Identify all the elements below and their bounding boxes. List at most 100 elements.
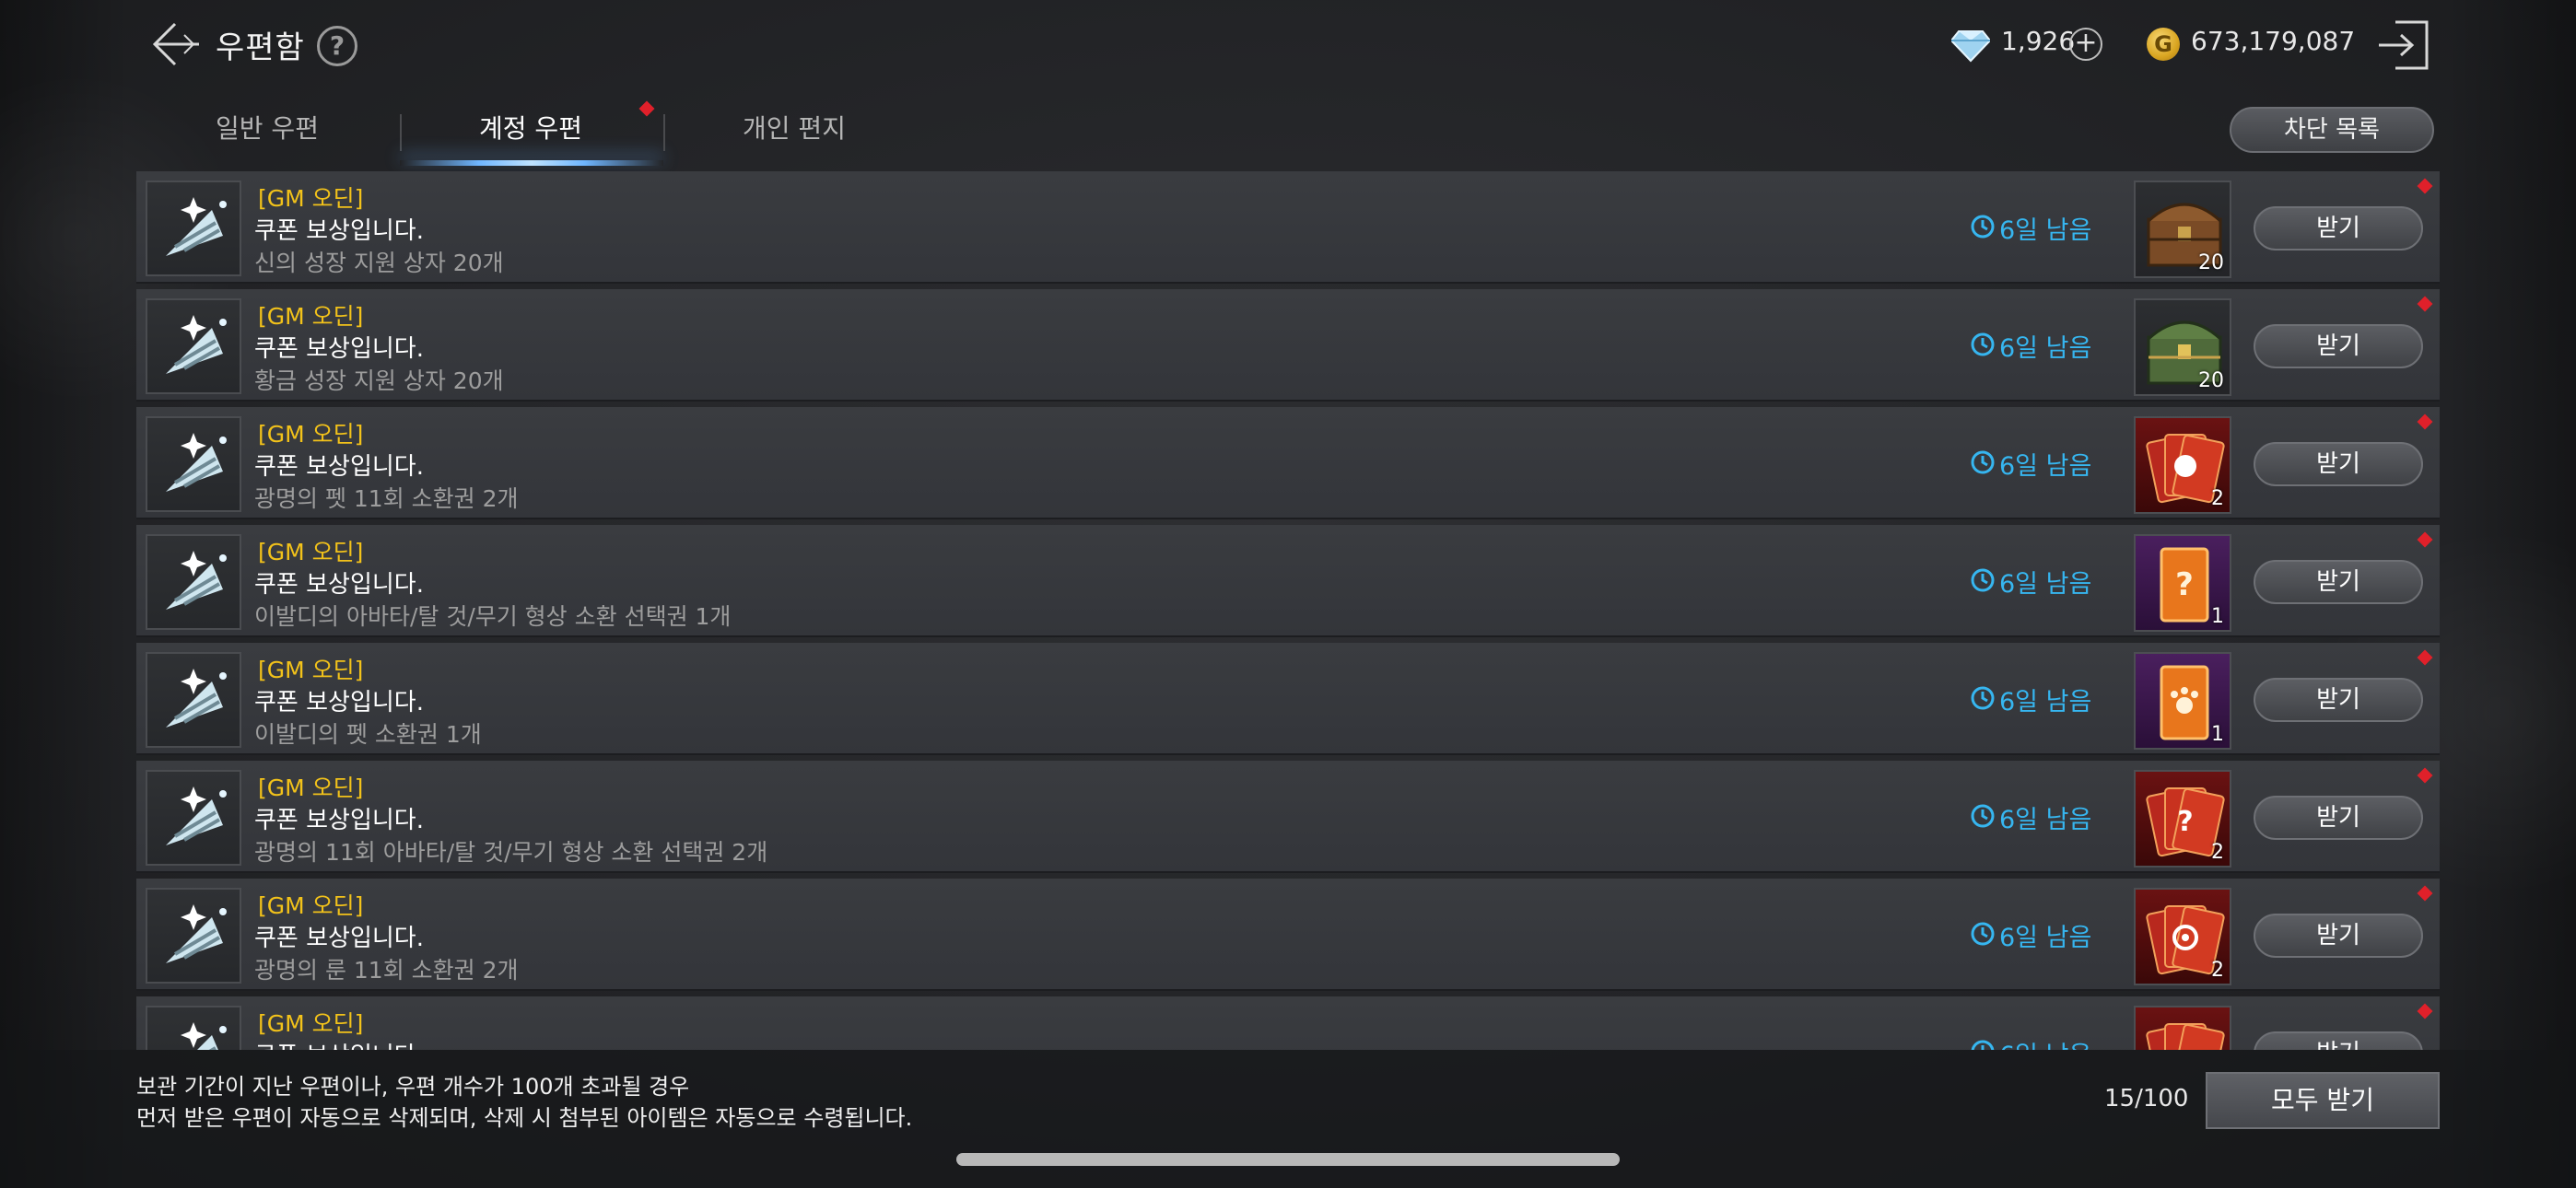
receive-button[interactable]: 받기 (2254, 442, 2423, 486)
mail-detail: 이발디의 펫 소환권 1개 (254, 721, 482, 748)
tab-divider (400, 114, 402, 151)
confetti-icon (146, 1006, 241, 1050)
confetti-icon (146, 770, 241, 866)
mail-row[interactable]: [GM 오딘] 쿠폰 보상입니다. 6일 남음 받기 (136, 996, 2440, 1050)
mail-subject: 쿠폰 보상입니다. (254, 335, 424, 363)
unread-indicator (2417, 885, 2433, 902)
mail-subject: 쿠폰 보상입니다. (254, 571, 424, 599)
attached-item[interactable] (2134, 1006, 2231, 1050)
attached-item[interactable]: 2 (2134, 416, 2231, 514)
add-diamond-button[interactable]: + (2069, 28, 2102, 61)
clock-icon (1971, 450, 1995, 474)
block-list-button[interactable]: 차단 목록 (2230, 107, 2434, 153)
attached-item[interactable]: ? 1 (2134, 534, 2231, 632)
mail-subject: 쿠폰 보상입니다. (254, 925, 424, 952)
mail-row[interactable]: [GM 오딘] 쿠폰 보상입니다. 광명의 펫 11회 소환권 2개 6일 남음… (136, 407, 2440, 519)
mail-sender: [GM 오딘] (258, 892, 364, 919)
tab-divider (663, 114, 665, 151)
confetti-icon (146, 888, 241, 984)
confetti-icon (146, 652, 241, 748)
mail-detail: 광명의 11회 아바타/탈 것/무기 형상 소환 선택권 2개 (254, 839, 768, 866)
mail-detail: 광명의 룬 11회 소환권 2개 (254, 957, 519, 984)
time-remaining: 6일 남음 (1999, 570, 2092, 599)
clock-icon (1971, 332, 1995, 356)
time-remaining: 6일 남음 (1999, 1035, 2091, 1050)
receive-button[interactable]: 받기 (2254, 1031, 2423, 1050)
gold-coin-icon: G (2147, 28, 2180, 61)
mail-sender: [GM 오딘] (258, 775, 364, 801)
receive-button[interactable]: 받기 (2254, 914, 2423, 958)
svg-text:?: ? (2177, 806, 2193, 838)
active-tab-underline (400, 160, 663, 166)
receive-button[interactable]: 받기 (2254, 206, 2423, 250)
clock-icon (1971, 686, 1995, 710)
storage-notice-line2: 먼저 받은 우편이 자동으로 삭제되며, 삭제 시 첨부된 아이템은 자동으로 … (136, 1105, 913, 1131)
new-mail-indicator (638, 100, 655, 117)
diamond-balance: 1,926 (2001, 26, 2076, 56)
receive-button[interactable]: 받기 (2254, 324, 2423, 368)
confetti-icon (146, 181, 241, 276)
time-remaining: 6일 남음 (1999, 452, 2092, 481)
page-title: 우편함 (216, 29, 305, 66)
mail-row[interactable]: [GM 오딘] 쿠폰 보상입니다. 이발디의 펫 소환권 1개 6일 남음 1 … (136, 643, 2440, 755)
receive-all-button[interactable]: 모두 받기 (2206, 1072, 2440, 1129)
time-remaining: 6일 남음 (1999, 806, 2092, 834)
mail-row[interactable]: [GM 오딘] 쿠폰 보상입니다. 신의 성장 지원 상자 20개 6일 남음 … (136, 171, 2440, 284)
gold-balance: 673,179,087 (2191, 26, 2356, 56)
mail-subject: 쿠폰 보상입니다. (254, 217, 424, 245)
top-bar: 우편함 ? 1,926 + G 673,179,087 (0, 0, 2576, 88)
receive-button[interactable]: 받기 (2254, 560, 2423, 604)
help-button[interactable]: ? (317, 26, 357, 66)
attached-item[interactable]: 2 (2134, 888, 2231, 985)
mail-detail: 황금 성장 지원 상자 20개 (254, 367, 504, 394)
mail-sender: [GM 오딘] (258, 657, 364, 683)
exit-button[interactable] (2375, 18, 2432, 72)
clock-icon (1971, 1040, 1995, 1050)
attached-item[interactable]: 20 (2134, 181, 2231, 278)
mail-sender: [GM 오딘] (258, 303, 364, 330)
mail-detail: 광명의 펫 11회 소환권 2개 (254, 485, 519, 512)
mail-subject: 쿠폰 보상입니다. (254, 807, 424, 834)
item-count: 20 (2198, 369, 2224, 392)
unread-indicator (2417, 1003, 2433, 1019)
item-count: 1 (2211, 605, 2224, 628)
item-count: 1 (2211, 723, 2224, 746)
mail-detail: 신의 성장 지원 상자 20개 (254, 250, 504, 276)
clock-icon (1971, 568, 1995, 592)
receive-button[interactable]: 받기 (2254, 796, 2423, 840)
item-count: 2 (2211, 841, 2224, 864)
item-count: 2 (2211, 959, 2224, 982)
tab-personal-letter[interactable]: 개인 편지 (711, 109, 877, 168)
mail-row[interactable]: [GM 오딘] 쿠폰 보상입니다. 이발디의 아바타/탈 것/무기 형상 소환 … (136, 525, 2440, 637)
confetti-icon (146, 416, 241, 512)
time-remaining: 6일 남음 (1999, 688, 2092, 716)
mail-sender: [GM 오딘] (258, 539, 364, 565)
unread-indicator (2417, 767, 2433, 784)
clock-icon (1971, 804, 1995, 828)
home-indicator[interactable] (956, 1153, 1620, 1166)
tab-account-mail[interactable]: 계정 우편 (448, 109, 614, 168)
back-button[interactable] (147, 18, 203, 70)
mail-row[interactable]: [GM 오딘] 쿠폰 보상입니다. 광명의 룬 11회 소환권 2개 6일 남음… (136, 879, 2440, 991)
mail-list[interactable]: [GM 오딘] 쿠폰 보상입니다. 신의 성장 지원 상자 20개 6일 남음 … (136, 171, 2440, 1050)
time-remaining: 6일 남음 (1999, 216, 2092, 245)
clock-icon (1971, 922, 1995, 946)
mail-sender: [GM 오딘] (258, 185, 364, 212)
item-count: 2 (2211, 487, 2224, 510)
back-arrow-icon (152, 22, 199, 66)
mail-sender: [GM 오딘] (258, 1010, 364, 1037)
mail-row[interactable]: [GM 오딘] 쿠폰 보상입니다. 광명의 11회 아바타/탈 것/무기 형상 … (136, 761, 2440, 873)
mail-row[interactable]: [GM 오딘] 쿠폰 보상입니다. 황금 성장 지원 상자 20개 6일 남음 … (136, 289, 2440, 402)
clock-icon (1971, 215, 1995, 239)
attached-item[interactable]: 20 (2134, 298, 2231, 396)
attached-item[interactable]: ? 2 (2134, 770, 2231, 868)
confetti-icon (146, 534, 241, 630)
time-remaining: 6일 남음 (1999, 924, 2092, 952)
mail-detail: 이발디의 아바타/탈 것/무기 형상 소환 선택권 1개 (254, 603, 732, 630)
unread-indicator (2417, 413, 2433, 430)
tab-general-mail[interactable]: 일반 우편 (184, 109, 350, 168)
attached-item[interactable]: 1 (2134, 652, 2231, 750)
mail-count: 15/100 (2104, 1085, 2189, 1112)
receive-button[interactable]: 받기 (2254, 678, 2423, 722)
cards-icon (2146, 1023, 2225, 1050)
